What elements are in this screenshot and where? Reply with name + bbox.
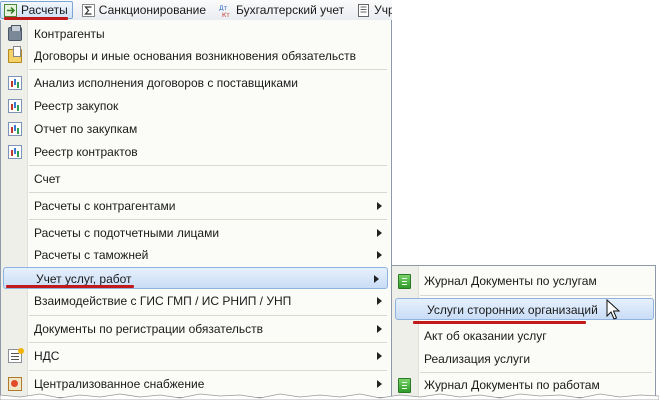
- menu-separator: [29, 315, 387, 316]
- menu-item-label: НДС: [34, 349, 60, 363]
- svg-text:Дт: Дт: [219, 5, 228, 12]
- menubar-label: Санкционирование: [98, 3, 206, 17]
- menu-item-label: Договоры и иные основания возникновения …: [34, 49, 357, 63]
- submenu-item-zhurnal-uslugi[interactable]: Журнал Документы по услугам: [393, 270, 654, 292]
- mouse-cursor-icon: [606, 299, 621, 320]
- menu-item-gis-gmp[interactable]: Взаимодействие с ГИС ГМП / ИС РНИП / УНП: [2, 290, 390, 312]
- submenu-arrow-icon: [377, 229, 382, 237]
- report-chart-icon: [8, 99, 22, 113]
- menu-separator: [29, 342, 387, 343]
- submenu-arrow-icon: [377, 202, 382, 210]
- torn-edge-decoration: [0, 393, 659, 400]
- menubar-item-uchrezhdenie[interactable]: Учрежден: [354, 1, 392, 19]
- submenu-arrow-icon: [377, 251, 382, 259]
- menu-item-label: Анализ исполнения договоров с поставщика…: [34, 76, 298, 90]
- menu-item-label: Централизованное снабжение: [34, 377, 205, 391]
- menubar-item-bukhuchet[interactable]: Дт Кт Бухгалтерский учет: [216, 1, 348, 19]
- submenu-item-label: Услуги сторонних организаций: [427, 303, 598, 317]
- submenu-arrow-icon: [377, 325, 382, 333]
- contragents-icon: [8, 25, 22, 41]
- menu-separator: [420, 295, 652, 296]
- menu-item-label: Расчеты с контрагентами: [34, 199, 176, 213]
- menu-item-reestr-zakupok[interactable]: Реестр закупок: [2, 95, 390, 117]
- menu-separator: [29, 192, 387, 193]
- nds-icon: [8, 348, 24, 363]
- menu-item-dogovory[interactable]: Договоры и иные основания возникновения …: [2, 45, 390, 67]
- uchet-uslug-submenu: Журнал Документы по услугам Услуги сторо…: [391, 265, 656, 398]
- menu-item-reestr-kontraktov[interactable]: Реестр контрактов: [2, 141, 390, 163]
- svg-text:Кт: Кт: [222, 12, 230, 18]
- menu-separator: [420, 372, 652, 373]
- menu-item-label: Учет услуг, работ: [36, 272, 132, 286]
- submenu-arrow-icon: [377, 380, 382, 388]
- menu-item-label: Расчеты с подотчетными лицами: [34, 226, 220, 240]
- menu-item-label: Реестр контрактов: [34, 145, 138, 159]
- submenu-item-akt-uslug[interactable]: Акт об оказании услуг: [393, 325, 654, 347]
- menu-separator: [29, 219, 387, 220]
- menu-item-raschety-kontragenty[interactable]: Расчеты с контрагентами: [2, 195, 390, 217]
- report-chart-icon: [8, 145, 22, 159]
- menubar-label: Расчеты: [21, 3, 68, 17]
- menu-item-label: Документы по регистрации обязательств: [34, 322, 264, 336]
- debit-credit-icon: Дт Кт: [219, 4, 232, 19]
- submenu-arrow-icon: [377, 297, 382, 305]
- menu-item-label: Взаимодействие с ГИС ГМП / ИС РНИП / УНП: [34, 294, 292, 308]
- submenu-underline-accent: [413, 321, 586, 324]
- submenu-item-label: Акт об оказании услуг: [424, 329, 547, 343]
- supply-icon: [8, 377, 22, 391]
- submenu-item-label: Журнал Документы по работам: [424, 378, 600, 392]
- submenu-item-label: Реализация услуги: [424, 352, 531, 366]
- menu-item-dokumenty-obyazatelstv[interactable]: Документы по регистрации обязательств: [2, 318, 390, 340]
- submenu-item-realizatsiya[interactable]: Реализация услуги: [393, 348, 654, 370]
- menubar-label: Учрежден: [374, 3, 392, 17]
- menu-separator: [29, 69, 387, 70]
- menu-item-label: Счет: [34, 172, 61, 186]
- submenu-arrow-icon: [374, 275, 379, 283]
- contracts-folder-icon: [8, 46, 22, 63]
- journal-icon: [398, 274, 411, 289]
- report-chart-icon: [8, 76, 22, 90]
- sigma-icon: [81, 3, 95, 17]
- menu-item-label: Контрагенты: [34, 27, 105, 41]
- menu-item-schet[interactable]: Счет: [2, 168, 390, 190]
- raschety-icon: [4, 3, 17, 17]
- institution-icon: [357, 3, 370, 17]
- menu-item-label: Реестр закупок: [34, 99, 119, 113]
- submenu-arrow-icon: [377, 352, 382, 360]
- raschety-dropdown-menu: Контрагенты Договоры и иные основания во…: [0, 20, 392, 398]
- menu-item-analiz[interactable]: Анализ исполнения договоров с поставщика…: [2, 72, 390, 94]
- menu-item-raschety-tamozhnya[interactable]: Расчеты с таможней: [2, 244, 390, 266]
- menu-item-nds[interactable]: НДС: [2, 345, 390, 367]
- submenu-item-label: Журнал Документы по услугам: [424, 274, 597, 288]
- menubar-item-sanktsionirovanie[interactable]: Санкционирование: [79, 1, 210, 19]
- menu-separator: [29, 370, 387, 371]
- menu-item-label: Расчеты с таможней: [34, 248, 149, 262]
- menu-item-kontragenty[interactable]: Контрагенты: [2, 23, 390, 45]
- menu-item-raschety-podotchet[interactable]: Расчеты с подотчетными лицами: [2, 222, 390, 244]
- menu-item-label: Отчет по закупкам: [34, 122, 138, 136]
- menu-underline-accent: [6, 285, 134, 288]
- menu-item-otchet-zakupki[interactable]: Отчет по закупкам: [2, 118, 390, 140]
- report-chart-icon: [8, 122, 22, 136]
- menu-separator: [29, 165, 387, 166]
- menubar-label: Бухгалтерский учет: [236, 3, 345, 17]
